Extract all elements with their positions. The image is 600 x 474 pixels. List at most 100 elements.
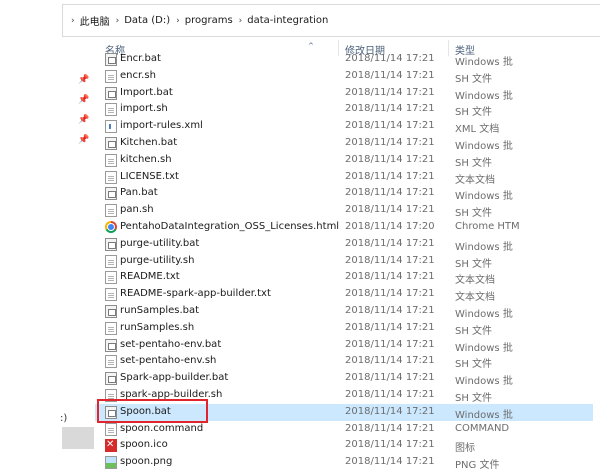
- file-bat-icon: [105, 372, 117, 386]
- file-doc-icon: [105, 153, 117, 167]
- pin-icon[interactable]: 📌: [78, 95, 89, 105]
- file-bat-icon: [105, 86, 117, 100]
- file-type: Windows 批: [455, 57, 513, 68]
- address-bar[interactable]: › 此电脑 › Data (D:) › programs › data-inte…: [62, 4, 600, 37]
- file-date: 2018/11/14 17:21: [345, 103, 435, 115]
- file-bat-icon: [105, 305, 117, 318]
- file-row[interactable]: Spark-app-builder.bat 2018/11/14 17:21 Win…: [95, 370, 600, 387]
- vertical-scrollbar[interactable]: [593, 37, 600, 474]
- file-row[interactable]: Import.bat 2018/11/14 17:21 Windows 批: [95, 85, 600, 102]
- breadcrumb-this-pc[interactable]: 此电脑: [80, 13, 110, 28]
- file-type: SH 文件: [455, 325, 493, 337]
- file-chrome-icon: [105, 221, 117, 233]
- file-name: runSamples.sh: [120, 321, 195, 333]
- file-row[interactable]: encr.sh 2018/11/14 17:21 SH 文件: [95, 68, 600, 85]
- file-date: 2018/11/14 17:21: [345, 153, 435, 165]
- file-name: Pan.bat: [120, 187, 158, 199]
- file-type: 图标: [455, 443, 475, 455]
- file-date: 2018/11/14 17:21: [345, 439, 435, 451]
- file-row[interactable]: import-rules.xml 2018/11/14 17:21 XML 文档: [95, 118, 600, 135]
- navigation-pane-background: [0, 37, 62, 474]
- quick-access-pin-column: 📌 📌 📌 📌: [62, 37, 94, 474]
- file-row[interactable]: PentahoDataIntegration_OSS_Licenses.html…: [95, 219, 600, 236]
- file-type: 文本文档: [455, 292, 495, 304]
- chevron-right-icon[interactable]: ›: [176, 16, 180, 26]
- file-type: Windows 批: [455, 241, 513, 253]
- file-type: SH 文件: [455, 258, 493, 270]
- file-row[interactable]: pan.sh 2018/11/14 17:21 SH 文件: [95, 202, 600, 219]
- file-row[interactable]: runSamples.sh 2018/11/14 17:21 SH 文件: [95, 320, 600, 337]
- file-doc-icon: [105, 254, 117, 268]
- chevron-right-icon[interactable]: ›: [71, 16, 75, 26]
- file-date: 2018/11/14 17:21: [345, 338, 435, 350]
- file-row[interactable]: Encr.bat 2018/11/14 17:21 Windows 批: [95, 51, 600, 68]
- file-row[interactable]: LICENSE.txt 2018/11/14 17:21 文本文档: [95, 169, 600, 186]
- file-date: 2018/11/14 17:21: [345, 53, 435, 64]
- file-date: 2018/11/14 17:21: [345, 288, 435, 300]
- file-name: README-spark-app-builder.txt: [120, 288, 271, 300]
- file-row[interactable]: Pan.bat 2018/11/14 17:21 Windows 批: [95, 185, 600, 202]
- file-doc-icon: [105, 321, 117, 335]
- file-type: SH 文件: [455, 208, 493, 220]
- pin-icon[interactable]: 📌: [78, 75, 89, 85]
- file-name: encr.sh: [120, 69, 156, 81]
- file-row[interactable]: purge-utility.bat 2018/11/14 17:21 Windows…: [95, 236, 600, 253]
- chevron-right-icon[interactable]: ›: [116, 16, 120, 26]
- file-row[interactable]: kitchen.sh 2018/11/14 17:21 SH 文件: [95, 152, 600, 169]
- file-date: 2018/11/14 17:21: [345, 237, 435, 249]
- file-row[interactable]: set-pentaho-env.bat 2018/11/14 17:21 Windo…: [95, 337, 600, 354]
- file-date: 2018/11/14 17:21: [345, 254, 435, 266]
- file-row[interactable]: runSamples.bat 2018/11/14 17:21 Windows 批: [95, 303, 600, 320]
- chevron-right-icon[interactable]: ›: [239, 16, 243, 26]
- file-row[interactable]: spoon.ico 2018/11/14 17:21 图标: [95, 437, 600, 454]
- file-row[interactable]: import.sh 2018/11/14 17:21 SH 文件: [95, 101, 600, 118]
- file-name: Kitchen.bat: [120, 137, 178, 148]
- file-date: 2018/11/14 17:21: [345, 355, 435, 367]
- nav-item-selected[interactable]: [62, 427, 94, 449]
- file-name: purge-utility.sh: [120, 254, 195, 266]
- file-row[interactable]: spoon.command 2018/11/14 17:21 COMMAND: [95, 421, 600, 438]
- file-bat-icon: [105, 187, 117, 201]
- file-name: pan.sh: [120, 204, 154, 216]
- file-name: import-rules.xml: [120, 120, 203, 132]
- file-date: 2018/11/14 17:21: [345, 422, 435, 434]
- file-row[interactable]: spoon.png 2018/11/14 17:21 PNG 文件: [95, 454, 600, 471]
- file-date: 2018/11/14 17:21: [345, 321, 435, 333]
- file-bat-icon: [105, 237, 117, 251]
- file-xml-icon: [105, 120, 117, 134]
- file-type: 文本文档: [455, 174, 495, 186]
- breadcrumb-data-integration[interactable]: data-integration: [247, 15, 328, 26]
- breadcrumb-drive[interactable]: Data (D:): [124, 15, 170, 26]
- pin-icon[interactable]: 📌: [78, 115, 89, 125]
- file-png-icon: [105, 456, 117, 470]
- file-type: COMMAND: [455, 422, 510, 434]
- file-row[interactable]: Kitchen.bat 2018/11/14 17:21 Windows 批: [95, 135, 600, 152]
- file-date: 2018/11/14 17:20: [345, 221, 435, 232]
- file-row[interactable]: purge-utility.sh 2018/11/14 17:21 SH 文件: [95, 253, 600, 270]
- file-name: Import.bat: [120, 86, 173, 98]
- file-date: 2018/11/14 17:21: [345, 405, 435, 417]
- file-doc-icon: [105, 204, 117, 218]
- file-ico-icon: [105, 438, 117, 453]
- file-type: Windows 批: [455, 191, 513, 203]
- file-bat-icon: [105, 53, 117, 66]
- file-name: spoon.ico: [120, 439, 168, 451]
- file-row[interactable]: set-pentaho-env.sh 2018/11/14 17:21 SH 文件: [95, 353, 600, 370]
- nav-item-label[interactable]: :): [60, 413, 67, 424]
- file-doc-icon: [105, 355, 117, 369]
- file-name: PentahoDataIntegration_OSS_Licenses.html: [120, 221, 340, 232]
- file-type: Windows 批: [455, 309, 513, 320]
- file-row[interactable]: README.txt 2018/11/14 17:21 文本文档: [95, 269, 600, 286]
- file-name: LICENSE.txt: [120, 170, 179, 182]
- breadcrumb-programs[interactable]: programs: [185, 15, 233, 26]
- pin-icon[interactable]: 📌: [78, 135, 89, 145]
- file-type: SH 文件: [455, 157, 493, 169]
- file-type: XML 文档: [455, 124, 500, 136]
- file-type: Windows 批: [455, 141, 513, 152]
- file-name: Encr.bat: [120, 53, 161, 64]
- file-type: Windows 批: [455, 342, 513, 354]
- file-date: 2018/11/14 17:21: [345, 204, 435, 216]
- file-row[interactable]: README-spark-app-builder.txt 2018/11/14 1…: [95, 286, 600, 303]
- file-type: PNG 文件: [455, 460, 500, 472]
- file-bat-icon: [105, 338, 117, 352]
